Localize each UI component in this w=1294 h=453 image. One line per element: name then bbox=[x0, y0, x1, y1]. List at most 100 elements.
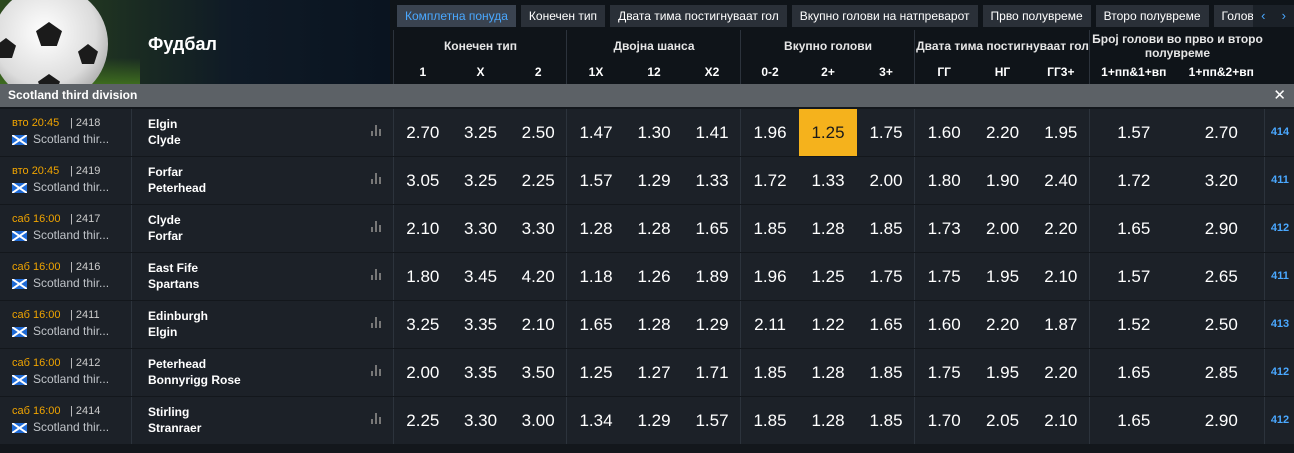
tab-3[interactable]: Вкупно голови на натпреварот bbox=[791, 5, 978, 27]
odds-button[interactable]: 2.50 bbox=[509, 109, 567, 156]
match-teams[interactable]: Edinburgh Elgin bbox=[131, 301, 391, 348]
odds-button[interactable]: 2.20 bbox=[1032, 205, 1090, 252]
odds-button[interactable]: 2.20 bbox=[1032, 349, 1090, 396]
odds-button[interactable]: 3.25 bbox=[452, 157, 510, 204]
odds-button[interactable]: 1.27 bbox=[625, 349, 683, 396]
odds-button[interactable]: 1.85 bbox=[741, 397, 799, 444]
odds-button[interactable]: 1.25 bbox=[799, 109, 857, 156]
odds-button[interactable]: 1.75 bbox=[915, 253, 973, 300]
odds-button[interactable]: 1.85 bbox=[857, 349, 915, 396]
home-team[interactable]: East Fife bbox=[148, 261, 198, 275]
odds-button[interactable]: 1.65 bbox=[1090, 397, 1178, 444]
odds-button[interactable]: 1.29 bbox=[625, 157, 683, 204]
away-team[interactable]: Clyde bbox=[148, 133, 181, 147]
odds-button[interactable]: 1.60 bbox=[915, 301, 973, 348]
odds-button[interactable]: 1.75 bbox=[857, 253, 915, 300]
bar-chart-icon[interactable] bbox=[371, 317, 381, 328]
odds-button[interactable]: 1.89 bbox=[683, 253, 741, 300]
odds-button[interactable]: 3.25 bbox=[452, 109, 510, 156]
odds-button[interactable]: 1.30 bbox=[625, 109, 683, 156]
odds-button[interactable]: 3.45 bbox=[452, 253, 510, 300]
odds-button[interactable]: 2.05 bbox=[973, 397, 1031, 444]
odds-button[interactable]: 1.90 bbox=[973, 157, 1031, 204]
odds-button[interactable]: 1.57 bbox=[1090, 109, 1178, 156]
more-markets-link[interactable]: 411 bbox=[1264, 253, 1294, 300]
odds-button[interactable]: 1.34 bbox=[567, 397, 625, 444]
close-icon[interactable]: ✕ bbox=[1273, 86, 1286, 104]
home-team[interactable]: Forfar bbox=[148, 165, 183, 179]
odds-button[interactable]: 1.33 bbox=[799, 157, 857, 204]
odds-button[interactable]: 1.29 bbox=[625, 397, 683, 444]
odds-button[interactable]: 2.00 bbox=[857, 157, 915, 204]
odds-button[interactable]: 3.00 bbox=[509, 397, 567, 444]
odds-button[interactable]: 2.70 bbox=[394, 109, 452, 156]
odds-button[interactable]: 1.87 bbox=[1032, 301, 1090, 348]
chevron-left-icon[interactable]: ‹ bbox=[1253, 5, 1274, 27]
odds-button[interactable]: 3.05 bbox=[394, 157, 452, 204]
more-markets-link[interactable]: 411 bbox=[1264, 157, 1294, 204]
odds-button[interactable]: 2.10 bbox=[1032, 397, 1090, 444]
odds-button[interactable]: 1.57 bbox=[1090, 253, 1178, 300]
odds-button[interactable]: 2.40 bbox=[1032, 157, 1090, 204]
tab-4[interactable]: Прво полувреме bbox=[982, 5, 1091, 27]
home-team[interactable]: Peterhead bbox=[148, 357, 206, 371]
odds-button[interactable]: 1.41 bbox=[683, 109, 741, 156]
odds-button[interactable]: 1.25 bbox=[567, 349, 625, 396]
odds-button[interactable]: 1.65 bbox=[683, 205, 741, 252]
odds-button[interactable]: 3.20 bbox=[1178, 157, 1266, 204]
odds-button[interactable]: 4.20 bbox=[509, 253, 567, 300]
odds-button[interactable]: 1.65 bbox=[857, 301, 915, 348]
odds-button[interactable]: 1.28 bbox=[625, 301, 683, 348]
odds-button[interactable]: 1.95 bbox=[1032, 109, 1090, 156]
odds-button[interactable]: 2.90 bbox=[1178, 397, 1266, 444]
odds-button[interactable]: 1.85 bbox=[857, 397, 915, 444]
odds-button[interactable]: 2.65 bbox=[1178, 253, 1266, 300]
away-team[interactable]: Forfar bbox=[148, 229, 183, 243]
more-markets-link[interactable]: 414 bbox=[1264, 109, 1294, 156]
league-bar[interactable]: Scotland third division ✕ bbox=[0, 84, 1294, 107]
odds-button[interactable]: 1.80 bbox=[394, 253, 452, 300]
chevron-right-icon[interactable]: › bbox=[1274, 5, 1294, 27]
odds-button[interactable]: 1.96 bbox=[741, 253, 799, 300]
match-teams[interactable]: Forfar Peterhead bbox=[131, 157, 391, 204]
away-team[interactable]: Peterhead bbox=[148, 181, 206, 195]
odds-button[interactable]: 1.85 bbox=[857, 205, 915, 252]
odds-button[interactable]: 2.00 bbox=[394, 349, 452, 396]
odds-button[interactable]: 1.28 bbox=[799, 349, 857, 396]
odds-button[interactable]: 1.60 bbox=[915, 109, 973, 156]
odds-button[interactable]: 2.20 bbox=[973, 301, 1031, 348]
away-team[interactable]: Elgin bbox=[148, 325, 177, 339]
odds-button[interactable]: 1.71 bbox=[683, 349, 741, 396]
odds-button[interactable]: 1.65 bbox=[1090, 205, 1178, 252]
odds-button[interactable]: 1.80 bbox=[915, 157, 973, 204]
odds-button[interactable]: 1.28 bbox=[799, 205, 857, 252]
match-teams[interactable]: East Fife Spartans bbox=[131, 253, 391, 300]
odds-button[interactable]: 1.75 bbox=[857, 109, 915, 156]
odds-button[interactable]: 2.25 bbox=[394, 397, 452, 444]
more-markets-link[interactable]: 413 bbox=[1264, 301, 1294, 348]
odds-button[interactable]: 2.20 bbox=[973, 109, 1031, 156]
home-team[interactable]: Edinburgh bbox=[148, 309, 208, 323]
odds-button[interactable]: 1.57 bbox=[567, 157, 625, 204]
odds-button[interactable]: 3.35 bbox=[452, 301, 510, 348]
odds-button[interactable]: 1.28 bbox=[799, 397, 857, 444]
tab-0[interactable]: Комплетна понуда bbox=[397, 5, 516, 27]
away-team[interactable]: Stranraer bbox=[148, 421, 201, 435]
odds-button[interactable]: 2.11 bbox=[741, 301, 799, 348]
odds-button[interactable]: 3.30 bbox=[452, 397, 510, 444]
bar-chart-icon[interactable] bbox=[371, 269, 381, 280]
tab-5[interactable]: Второ полувреме bbox=[1095, 5, 1209, 27]
odds-button[interactable]: 1.96 bbox=[741, 109, 799, 156]
odds-button[interactable]: 3.30 bbox=[452, 205, 510, 252]
match-teams[interactable]: Clyde Forfar bbox=[131, 205, 391, 252]
odds-button[interactable]: 1.72 bbox=[1090, 157, 1178, 204]
odds-button[interactable]: 1.18 bbox=[567, 253, 625, 300]
bar-chart-icon[interactable] bbox=[371, 413, 381, 424]
bar-chart-icon[interactable] bbox=[371, 365, 381, 376]
odds-button[interactable]: 2.90 bbox=[1178, 205, 1266, 252]
odds-button[interactable]: 3.30 bbox=[509, 205, 567, 252]
odds-button[interactable]: 1.26 bbox=[625, 253, 683, 300]
odds-button[interactable]: 2.85 bbox=[1178, 349, 1266, 396]
odds-button[interactable]: 1.22 bbox=[799, 301, 857, 348]
more-markets-link[interactable]: 412 bbox=[1264, 397, 1294, 444]
